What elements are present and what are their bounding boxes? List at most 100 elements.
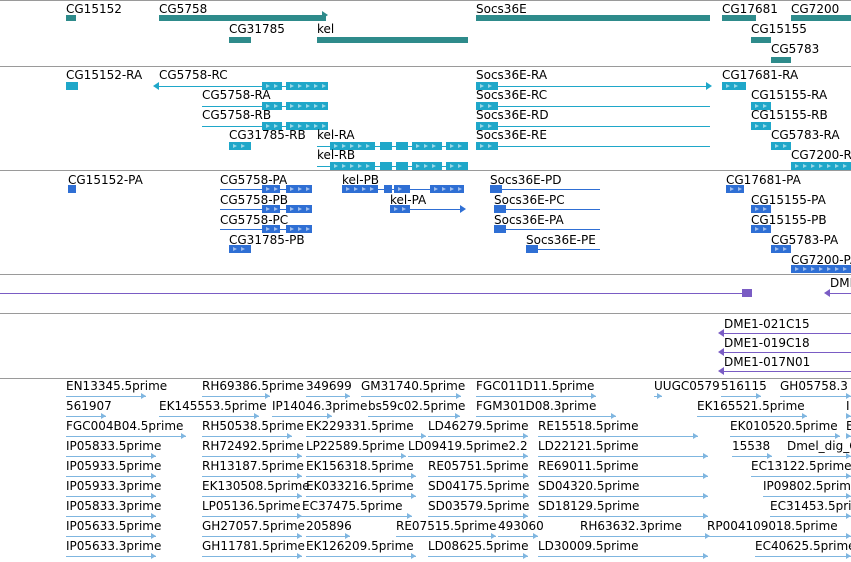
feature-label: kel [317, 22, 335, 36]
strand-right-arrow-icon [306, 84, 310, 88]
strand-right-arrow-icon [298, 207, 302, 211]
est-label: GH05758.3 [780, 379, 848, 393]
feature-label: CG31785-RB [229, 128, 306, 142]
feature-label: CG5758-PC [220, 213, 289, 227]
strand-right-arrow-icon [730, 187, 734, 191]
est-alignment-line [538, 496, 708, 497]
feature-label: Socs36E-PE [526, 233, 596, 247]
feature-label: kel-RB [317, 148, 356, 162]
feature-exon-block[interactable] [66, 82, 78, 90]
est-label: IP05633.5prime [66, 519, 162, 533]
est-alignment-line [66, 496, 156, 497]
strand-right-arrow-icon [290, 104, 294, 108]
strand-right-arrow-icon [846, 553, 851, 559]
est-label: GM31740.5prime [361, 379, 466, 393]
est-alignment-line [396, 536, 496, 537]
feature-label: Socs36E [476, 2, 527, 16]
strand-right-arrow-icon [241, 144, 245, 148]
est-alignment-line [66, 536, 156, 537]
strand-right-arrow-icon [233, 144, 237, 148]
strand-right-arrow-icon [819, 267, 823, 271]
feature-exon-block[interactable] [771, 57, 791, 63]
est-label: LD22121.5prime [538, 439, 639, 453]
strand-right-arrow-icon [783, 247, 787, 251]
feature-label: CG15152-RA [66, 68, 143, 82]
strand-right-arrow-icon [411, 493, 416, 499]
est-label: RE69011.5prime [538, 459, 639, 473]
feature-exon-block[interactable] [384, 185, 392, 193]
strand-right-arrow-icon [763, 207, 767, 211]
est-alignment-line [66, 516, 156, 517]
strand-right-arrow-icon [297, 553, 302, 559]
feature-exon-block[interactable] [771, 142, 791, 150]
strand-right-arrow-icon [274, 187, 278, 191]
feature-exon-block[interactable] [396, 142, 408, 150]
est-alignment-line [732, 456, 772, 457]
feature-exon-block[interactable] [751, 37, 771, 43]
strand-right-arrow-icon [783, 144, 787, 148]
est-label: RP004109018.5prime [707, 519, 838, 533]
est-label: EC40625.5prime [755, 539, 851, 553]
strand-right-arrow-icon [298, 227, 302, 231]
est-label: IP05933.5prime [66, 459, 162, 473]
feature-exon-block[interactable] [317, 37, 468, 43]
feature-exon-block[interactable] [380, 162, 392, 170]
est-alignment-line [202, 496, 302, 497]
est-label: SD03579.5prime [428, 499, 530, 513]
strand-left-arrow-icon [153, 82, 159, 90]
strand-right-arrow-icon [726, 84, 730, 88]
strand-right-arrow-icon [398, 187, 402, 191]
est-label: bs59c02.5prime [368, 399, 466, 413]
est-alignment-line [428, 556, 528, 557]
strand-right-arrow-icon [755, 227, 759, 231]
feature-exon-block[interactable] [394, 185, 410, 193]
feature-label: Socs36E-RD [476, 108, 549, 122]
feature-intron-line [476, 146, 710, 147]
feature-exon-block[interactable] [380, 142, 392, 150]
est-alignment-line [66, 476, 156, 477]
strand-right-arrow-icon [706, 82, 712, 90]
feature-label: DME1-017N01 [724, 355, 811, 369]
est-alignment-line [408, 456, 528, 457]
est-alignment-line [763, 496, 851, 497]
track-divider [0, 0, 851, 1]
est-label: EC37475.5prime [302, 499, 403, 513]
strand-right-arrow-icon [424, 164, 428, 168]
feature-label: Socs36E-RA [476, 68, 548, 82]
est-label: 516115 [721, 379, 767, 393]
strand-right-arrow-icon [411, 553, 416, 559]
feature-label: CG5758-PA [220, 173, 288, 187]
feature-exon-block[interactable] [742, 289, 752, 297]
est-alignment-line [306, 556, 416, 557]
strand-right-arrow-icon [450, 144, 454, 148]
feature-label: CG31785-PB [229, 233, 305, 247]
est-alignment-line [580, 536, 710, 537]
feature-exon-block[interactable] [229, 37, 251, 43]
strand-right-arrow-icon [266, 187, 270, 191]
strand-right-arrow-icon [480, 144, 484, 148]
est-label: I [846, 399, 850, 413]
strand-right-arrow-icon [342, 164, 346, 168]
est-alignment-line [159, 416, 259, 417]
est-label: RE07515.5prime [396, 519, 497, 533]
feature-exon-block[interactable] [751, 122, 771, 130]
feature-intron-line [494, 229, 600, 230]
est-alignment-line [202, 396, 270, 397]
strand-right-arrow-icon [450, 187, 454, 191]
est-label: E [846, 419, 851, 433]
est-label: LD30009.5prime [538, 539, 639, 553]
est-label: RH50538.5prime [202, 419, 304, 433]
feature-intron-line [494, 209, 600, 210]
est-alignment-line [306, 476, 416, 477]
genome-browser-view[interactable]: CG15152 CG5758 CG31785 kel Socs36E CG17681 CG7… [0, 0, 851, 562]
feature-label: CG15155-RB [751, 108, 828, 122]
feature-label: CG5758 [159, 2, 208, 16]
est-alignment-line [755, 556, 851, 557]
feature-exon-block[interactable] [396, 162, 408, 170]
strand-right-arrow-icon [298, 104, 302, 108]
strand-right-arrow-icon [314, 104, 318, 108]
strand-right-arrow-icon [835, 267, 839, 271]
feature-label: CG17681 [722, 2, 778, 16]
est-alignment-line [721, 396, 761, 397]
est-alignment-line [361, 396, 461, 397]
